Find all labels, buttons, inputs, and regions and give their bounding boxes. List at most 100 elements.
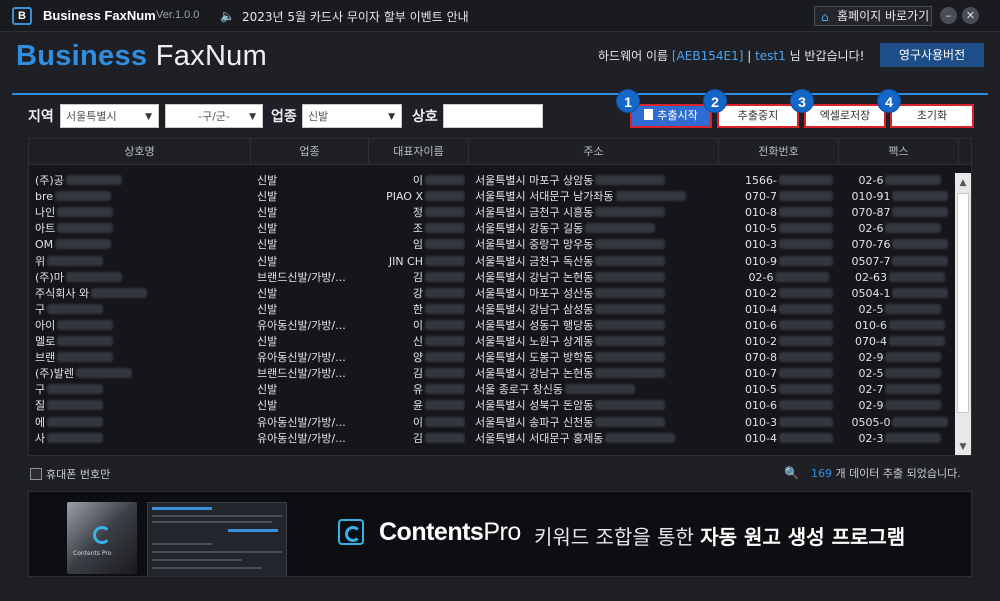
redacted-mask: [595, 287, 666, 298]
redacted-mask: [885, 352, 942, 363]
app-version: Ver.1.0.0: [156, 9, 200, 21]
table-cell: 070-87: [845, 205, 955, 221]
redacted-mask: [888, 336, 945, 346]
table-row[interactable]: 질 신발 윤 서울특별시 성북구 돈암동 010-6 02-9: [29, 398, 955, 414]
table-row[interactable]: 구 신발 유 서울 종로구 창신동 010-5 02-7: [29, 382, 955, 398]
cell-text: 010-2: [745, 286, 777, 300]
notice-link[interactable]: 2023년 5월 카드사 무이자 할부 이벤트 안내: [242, 8, 469, 25]
ad-banner[interactable]: Contents Pro ContentsPro 키워드 조합을 통한 자동 원…: [28, 491, 972, 577]
close-button[interactable]: ✕: [962, 7, 979, 24]
redacted-mask: [595, 239, 666, 250]
table-cell: 신발: [257, 189, 367, 205]
table-cell: 서울특별시 성동구 행당동: [475, 318, 719, 334]
redacted-mask: [425, 336, 465, 346]
table-cell: 이: [375, 173, 465, 189]
vertical-scrollbar[interactable]: ▲ ▼: [955, 173, 971, 455]
table-row[interactable]: 에 유아동신발/가방/... 이 서울특별시 송파구 신천동 010-3 0505-0: [29, 415, 955, 431]
redacted-mask: [425, 239, 465, 250]
cell-text: 010-6: [855, 318, 887, 332]
industry-select[interactable]: 신발 ▼: [302, 104, 402, 128]
table-row[interactable]: 멜로 신발 신 서울특별시 노원구 상계동 010-2 070-4: [29, 334, 955, 350]
scroll-up-icon[interactable]: ▲: [955, 175, 971, 191]
table-cell: 위: [35, 254, 245, 270]
table-cell: 서울특별시 도봉구 방학동: [475, 350, 719, 366]
table-row[interactable]: 구 신발 한 서울특별시 강남구 삼성동 010-4 02-5: [29, 302, 955, 318]
column-header-address[interactable]: 주소: [469, 139, 719, 165]
cell-text: 010-6: [745, 318, 777, 332]
table-row[interactable]: 나인 신발 정 서울특별시 금천구 시흥동 010-8 070-87: [29, 205, 955, 221]
column-header-industry[interactable]: 업종: [251, 139, 369, 165]
table-cell: 02-6: [741, 270, 837, 286]
redacted-mask: [778, 223, 833, 234]
district-select[interactable]: -구/군- ▼: [165, 104, 263, 128]
license-button[interactable]: 영구사용버전: [880, 43, 984, 67]
column-header-phone[interactable]: 전화번호: [719, 139, 839, 165]
checkbox-box[interactable]: [30, 468, 42, 480]
table-row[interactable]: 주식회사 와 신발 강 서울특별시 마포구 성산동 010-2 0504-1: [29, 286, 955, 302]
redacted-mask: [892, 287, 949, 298]
region-select[interactable]: 서울특별시 ▼: [60, 104, 159, 128]
table-cell: 주식회사 와: [35, 286, 245, 302]
cell-text: 신발: [257, 238, 278, 252]
cell-text: 010-7: [745, 367, 777, 381]
table-cell: 010-7: [741, 366, 837, 382]
column-header-owner[interactable]: 대표자이름: [369, 139, 469, 165]
redacted-mask: [778, 175, 833, 185]
cell-text: 010-8: [745, 206, 777, 220]
table-row[interactable]: 브랜 유아동신발/가방/... 양 서울특별시 도봉구 방학동 070-8 02-9: [29, 350, 955, 366]
table-row[interactable]: OM 신발 임 서울특별시 중랑구 망우동 010-3 070-76: [29, 237, 955, 253]
scroll-down-icon[interactable]: ▼: [955, 439, 971, 455]
redacted-mask: [425, 416, 465, 427]
table-cell: 아트: [35, 221, 245, 237]
results-table: 상호명 업종 대표자이름 주소 전화번호 팩스 (주)공 신발 이 서울특별시 마포구…: [28, 138, 972, 456]
table-cell: OM: [35, 237, 245, 253]
cell-text: 신발: [257, 190, 278, 204]
cell-text: 나인: [35, 206, 56, 220]
table-row[interactable]: (주)발렌 브랜드신발/가방/... 김 서울특별시 강남구 논현동 010-7 02-5: [29, 366, 955, 382]
table-row[interactable]: 아이 유아동신발/가방/... 이 서울특별시 성동구 행당동 010-6 010-6: [29, 318, 955, 334]
redacted-mask: [425, 191, 465, 202]
table-cell: 유아동신발/가방/...: [257, 431, 367, 447]
table-row[interactable]: (주)마 브랜드신발/가방/... 김 서울특별시 강남구 논현동 02-6 02-63: [29, 270, 955, 286]
redacted-mask: [605, 432, 676, 443]
title-bar: B Business FaxNum Ver.1.0.0 🔈 2023년 5월 카…: [0, 0, 1000, 32]
table-cell: 02-9: [845, 350, 955, 366]
table-row[interactable]: bre 신발 PIAO X 서울특별시 서대문구 남가좌동 070-7 010-91: [29, 189, 955, 205]
table-cell: 신발: [257, 254, 367, 270]
reset-button[interactable]: 초기화: [890, 104, 974, 128]
redacted-mask: [425, 368, 465, 379]
redacted-mask: [778, 432, 833, 443]
table-row[interactable]: 아트 신발 조 서울특별시 강동구 길동 010-5 02-6: [29, 221, 955, 237]
homepage-button[interactable]: ⌂ 홈페이지 바로가기: [814, 6, 932, 26]
cell-text: 유: [412, 383, 423, 397]
start-extract-button[interactable]: 추출시작: [630, 104, 712, 128]
column-header-name[interactable]: 상호명: [29, 139, 251, 165]
table-cell: 유아동신발/가방/...: [257, 350, 367, 366]
table-row[interactable]: (주)공 신발 이 서울특별시 마포구 상암동 1566- 02-6: [29, 173, 955, 189]
cell-text: 임: [412, 238, 423, 252]
hardware-info: 하드웨어 이름 [AEB154E1] | test1 님 반갑습니다!: [598, 47, 864, 64]
mini-line: [152, 543, 212, 545]
column-header-fax[interactable]: 팩스: [839, 139, 959, 165]
table-cell: 서울특별시 서대문구 홍제동: [475, 431, 719, 447]
cell-text: 010-4: [745, 302, 777, 316]
mobile-only-checkbox[interactable]: 휴대폰 번호만: [30, 466, 110, 482]
table-cell: 김: [375, 366, 465, 382]
table-row[interactable]: 사 유아동신발/가방/... 김 서울특별시 서대문구 홍제동 010-4 02-3: [29, 431, 955, 447]
save-excel-button[interactable]: 엑셀로저장: [804, 104, 886, 128]
cell-text: 유아동신발/가방/...: [257, 351, 346, 365]
header-divider: [12, 93, 988, 95]
cell-text: 서울특별시 강동구 길동: [475, 222, 584, 236]
name-input[interactable]: [443, 104, 543, 128]
stop-extract-button[interactable]: 추출중지: [717, 104, 799, 128]
cell-text: 조: [412, 222, 423, 236]
redacted-mask: [75, 368, 132, 379]
cell-text: 02-5: [858, 367, 884, 381]
redacted-mask: [595, 416, 666, 427]
redacted-mask: [564, 384, 635, 395]
scroll-thumb[interactable]: [957, 193, 969, 413]
cell-text: 02-6: [858, 222, 884, 236]
table-cell: (주)발렌: [35, 366, 245, 382]
table-row[interactable]: 위 신발 JIN CH 서울특별시 금천구 독산동 010-9 0507-7: [29, 254, 955, 270]
minimize-button[interactable]: –: [940, 7, 957, 24]
